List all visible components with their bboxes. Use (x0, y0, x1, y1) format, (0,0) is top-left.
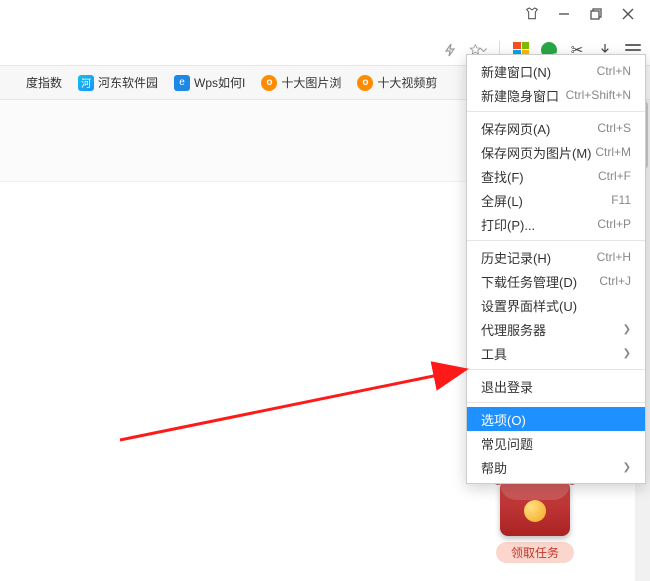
menu-item[interactable]: 查找(F) Ctrl+F (467, 164, 645, 188)
menu-item[interactable]: 保存网页为图片(M)Ctrl+M (467, 140, 645, 164)
bookmark-item[interactable]: 度指数 (6, 74, 62, 91)
bookmark-label: 度指数 (26, 74, 62, 91)
submenu-arrow-icon: ❯ (623, 462, 631, 473)
bookmark-item[interactable]: o 十大图片浏 (261, 74, 341, 91)
menu-item[interactable]: 帮助 ❯ (467, 455, 645, 479)
menu-item[interactable]: 打印(P)... Ctrl+P (467, 212, 645, 236)
menu-item-label: 查找(F) (481, 167, 524, 186)
menu-item-label: 全屏(L) (481, 191, 523, 210)
menu-item-shortcut: Ctrl+H (597, 250, 631, 264)
menu-separator (467, 111, 645, 112)
lightning-icon[interactable] (441, 41, 459, 59)
menu-item[interactable]: 全屏(L) F11 (467, 188, 645, 212)
bookmark-item[interactable]: 河 河东软件园 (78, 74, 158, 91)
red-packet-icon (500, 480, 570, 536)
menu-item-shortcut: Ctrl+M (595, 145, 631, 159)
bookmark-favicon (6, 75, 22, 91)
bookmark-label: 十大视频剪 (377, 74, 437, 91)
menu-item[interactable]: 选项(O) (467, 407, 645, 431)
bookmark-item[interactable]: o 十大视频剪 (357, 74, 437, 91)
menu-item-label: 打印(P)... (481, 215, 535, 234)
menu-item-shortcut: Ctrl+S (597, 121, 631, 135)
menu-item[interactable]: 新建窗口(N) Ctrl+N (467, 59, 645, 83)
menu-item[interactable]: 代理服务器 ❯ (467, 317, 645, 341)
menu-item-label: 工具 (481, 344, 507, 363)
menu-item-shortcut: Ctrl+Shift+N (566, 88, 631, 102)
menu-item[interactable]: 保存网页(A) Ctrl+S (467, 116, 645, 140)
menu-item[interactable]: 下载任务管理(D) Ctrl+J (467, 269, 645, 293)
bookmark-item[interactable]: e Wps如何I (174, 74, 245, 91)
menu-item-label: 保存网页为图片(M) (481, 143, 592, 162)
menu-item-shortcut: Ctrl+P (597, 217, 631, 231)
close-button[interactable] (614, 0, 642, 28)
menu-separator (467, 369, 645, 370)
minimize-button[interactable] (550, 0, 578, 28)
menu-item-label: 帮助 (481, 458, 507, 477)
menu-separator (467, 402, 645, 403)
menu-item-shortcut: Ctrl+N (597, 64, 631, 78)
menu-item-label: 代理服务器 (481, 320, 546, 339)
menu-item[interactable]: 退出登录 (467, 374, 645, 398)
bookmark-favicon: o (357, 75, 373, 91)
bookmark-label: Wps如何I (194, 74, 245, 91)
menu-item[interactable]: 设置界面样式(U) (467, 293, 645, 317)
menu-separator (467, 240, 645, 241)
bookmark-favicon: e (174, 75, 190, 91)
submenu-arrow-icon: ❯ (623, 324, 631, 335)
menu-item-label: 设置界面样式(U) (481, 296, 577, 315)
main-menu-dropdown: 新建窗口(N) Ctrl+N 新建隐身窗口 Ctrl+Shift+N 保存网页(A) Ct… (466, 54, 646, 484)
menu-item[interactable]: 历史记录(H) Ctrl+H (467, 245, 645, 269)
menu-item-label: 常见问题 (481, 434, 533, 453)
submenu-arrow-icon: ❯ (623, 348, 631, 359)
menu-item-label: 保存网页(A) (481, 119, 550, 138)
menu-item-label: 选项(O) (481, 410, 526, 429)
menu-item-label: 历史记录(H) (481, 248, 551, 267)
bookmark-label: 十大图片浏 (281, 74, 341, 91)
bookmark-favicon: 河 (78, 75, 94, 91)
menu-item-label: 新建窗口(N) (481, 62, 551, 81)
menu-item-shortcut: F11 (611, 193, 631, 207)
shirt-extension-icon[interactable] (518, 0, 546, 28)
menu-item[interactable]: 常见问题 (467, 431, 645, 455)
promo-cta[interactable]: 领取任务 (496, 542, 574, 563)
menu-item-shortcut: Ctrl+J (599, 274, 631, 288)
menu-item[interactable]: 工具 ❯ (467, 341, 645, 365)
menu-item-shortcut: Ctrl+F (598, 169, 631, 183)
menu-item-label: 下载任务管理(D) (481, 272, 577, 291)
restore-button[interactable] (582, 0, 610, 28)
bookmark-label: 河东软件园 (98, 74, 158, 91)
menu-item[interactable]: 新建隐身窗口 Ctrl+Shift+N (467, 83, 645, 107)
bookmark-favicon: o (261, 75, 277, 91)
menu-item-label: 退出登录 (481, 377, 533, 396)
menu-item-label: 新建隐身窗口 (481, 86, 559, 105)
